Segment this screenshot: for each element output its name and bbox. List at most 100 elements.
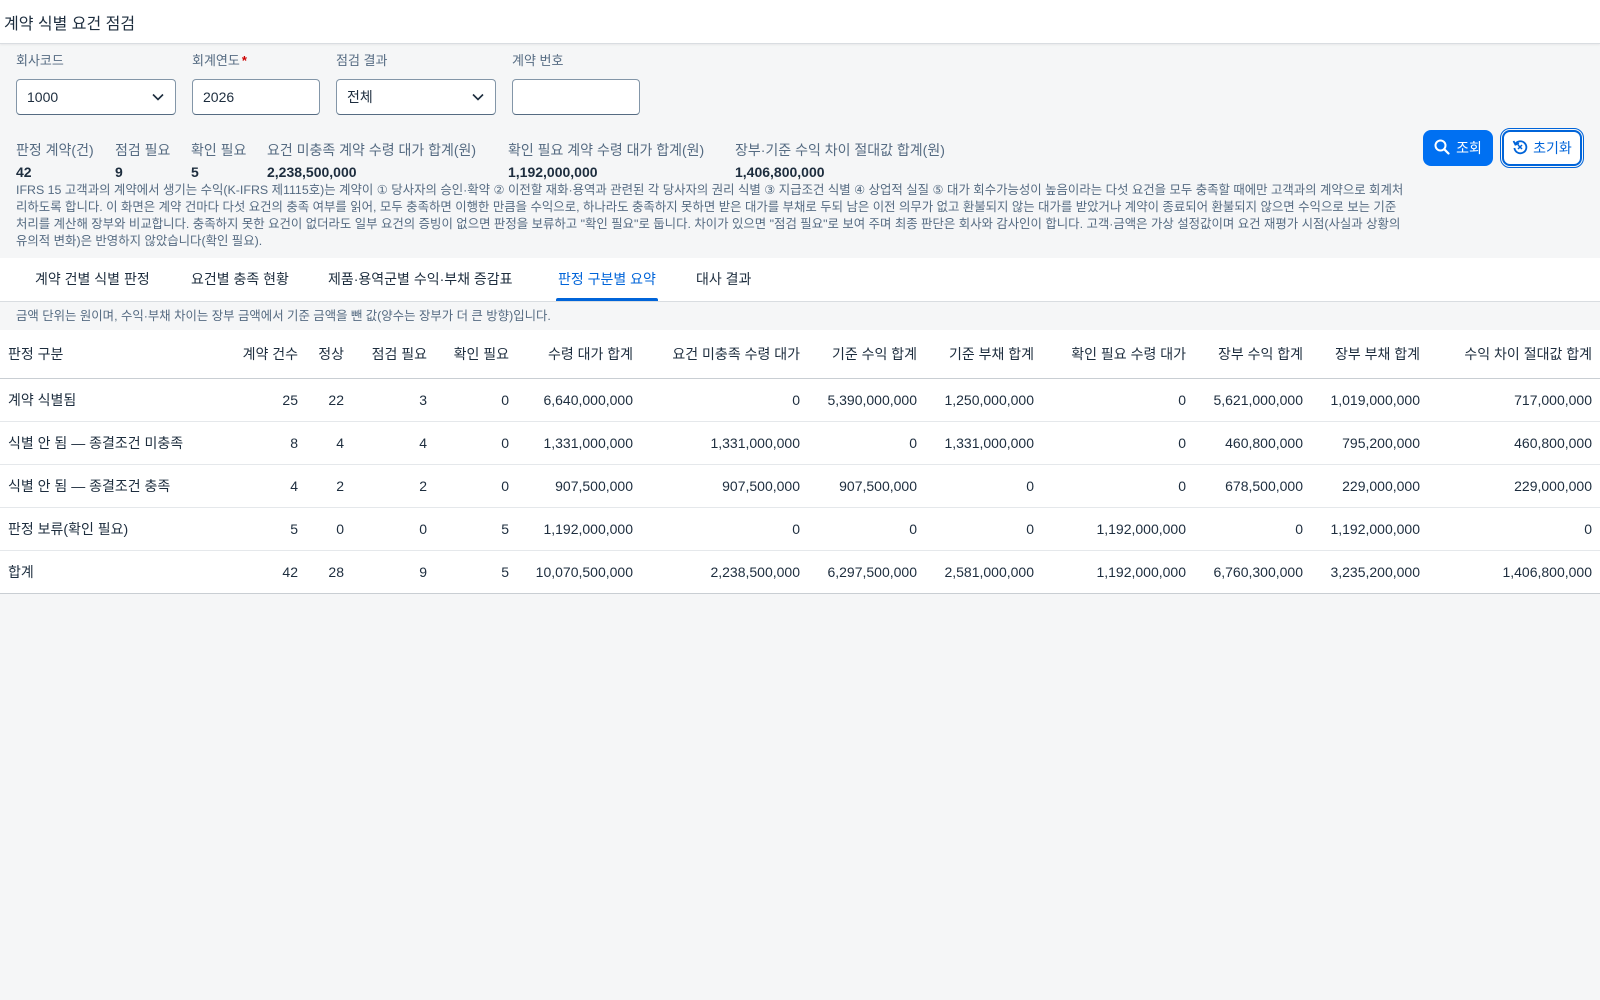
page-title: 계약 식별 요건 점검: [4, 15, 136, 33]
column-header[interactable]: 점검 필요: [352, 330, 435, 379]
table-cell: 0: [435, 464, 517, 508]
table-row[interactable]: 판정 보류(확인 필요) 5 0 0 5 1,192,000,000 0 0 0…: [0, 507, 1600, 551]
column-header[interactable]: 수령 대가 합계: [517, 330, 641, 379]
table-cell: 6,297,500,000: [808, 550, 925, 594]
kpi-value: 42: [16, 164, 32, 180]
kpi-label: 점검 필요: [115, 142, 171, 158]
column-header[interactable]: 기준 수익 합계: [808, 330, 925, 379]
table-row[interactable]: 식별 안 됨 — 종결조건 충족 4 2 2 0 907,500,000 907…: [0, 464, 1600, 508]
tab-requirement-status[interactable]: 요건별 충족 현황: [191, 258, 289, 301]
description-line: IFRS 15 고객과의 계약에서 생기는 수익(K-IFRS 제1115호)는…: [16, 183, 1404, 197]
table-row[interactable]: 계약 식별됨 25 22 3 0 6,640,000,000 0 5,390,0…: [0, 378, 1600, 422]
kpi-judged-contracts: 판정 계약(건) 42: [16, 140, 94, 182]
table-cell: 0: [808, 421, 925, 465]
chevron-down-icon: [471, 90, 485, 104]
check-result-select[interactable]: 전체: [336, 79, 496, 115]
table-total-row[interactable]: 합계 42 28 9 5 10,070,500,000 2,238,500,00…: [0, 550, 1600, 594]
kpi-label: 확인 필요: [191, 142, 247, 158]
table-cell: 0: [306, 507, 352, 551]
kpi-unmet-consideration: 요건 미충족 계약 수령 대가 합계(원) 2,238,500,000: [267, 140, 476, 182]
table-cell: 1,331,000,000: [925, 421, 1042, 465]
table-cell: 229,000,000: [1311, 464, 1428, 508]
table-cell: 5: [435, 550, 517, 594]
table-cell: 0: [641, 507, 808, 551]
company-code-field: 회사코드 1000: [16, 52, 176, 115]
tab-reconciliation[interactable]: 대사 결과: [696, 258, 751, 301]
table-cell: 1,192,000,000: [1042, 507, 1194, 551]
table-cell: 4: [230, 464, 306, 508]
column-header[interactable]: 계약 건수: [230, 330, 306, 379]
table-cell: 42: [230, 550, 306, 594]
company-code-label: 회사코드: [16, 53, 64, 68]
table-cell: 9: [352, 550, 435, 594]
kpi-confirm-consideration: 확인 필요 계약 수령 대가 합계(원) 1,192,000,000: [508, 140, 704, 182]
description-line: 리하도록 합니다. 이 화면은 계약 건마다 다섯 요건의 충족 여부를 읽어,…: [16, 200, 1397, 214]
table-cell: 0: [1042, 378, 1194, 422]
kpi-value: 1,406,800,000: [735, 164, 825, 180]
kpi-label: 장부·기준 수익 차이 절대값 합계(원): [735, 142, 945, 158]
table-cell: 8: [230, 421, 306, 465]
revenue-diff-cell: 0: [1428, 507, 1600, 551]
table-cell: 5,390,000,000: [808, 378, 925, 422]
kpi-value: 9: [115, 164, 123, 180]
table-cell: 795,200,000: [1311, 421, 1428, 465]
contract-no-label: 계약 번호: [512, 53, 564, 68]
table-cell: 907,500,000: [641, 464, 808, 508]
column-header[interactable]: 수익 차이 절대값 합계: [1428, 330, 1600, 379]
tab-contract-judgment[interactable]: 계약 건별 식별 판정: [35, 258, 150, 301]
table-cell: 2: [352, 464, 435, 508]
table-cell: 합계: [0, 550, 230, 594]
column-header[interactable]: 확인 필요 수령 대가: [1042, 330, 1194, 379]
required-mark: *: [241, 53, 247, 68]
table-cell: 28: [306, 550, 352, 594]
table-cell: 0: [641, 378, 808, 422]
table-cell: 식별 안 됨 — 종결조건 충족: [0, 464, 230, 508]
check-result-value: 전체: [347, 89, 373, 105]
table-cell: 식별 안 됨 — 종결조건 미충족: [0, 421, 230, 465]
table-cell: 6,760,300,000: [1194, 550, 1311, 594]
page-header: 계약 식별 요건 점검: [0, 0, 1600, 44]
kpi-value: 2,238,500,000: [267, 164, 357, 180]
table-cell: 0: [435, 378, 517, 422]
tab-product-change[interactable]: 제품·용역군별 수익·부채 증감표: [328, 258, 513, 301]
kpi-label: 요건 미충족 계약 수령 대가 합계(원): [267, 142, 477, 158]
column-header[interactable]: 요건 미충족 수령 대가: [641, 330, 808, 379]
table-cell: 907,500,000: [517, 464, 641, 508]
column-header[interactable]: 장부 수익 합계: [1194, 330, 1311, 379]
check-result-label: 점검 결과: [336, 53, 388, 68]
company-code-select[interactable]: 1000: [16, 79, 176, 115]
description-text: IFRS 15 고객과의 계약에서 생기는 수익(K-IFRS 제1115호)는…: [0, 182, 1600, 258]
table-cell: 0: [925, 507, 1042, 551]
table-cell: 10,070,500,000: [517, 550, 641, 594]
fiscal-year-field: 회계연도 * 2026: [192, 52, 320, 115]
tab-judgment-summary[interactable]: 판정 구분별 요약: [556, 258, 658, 301]
table-cell: 3,235,200,000: [1311, 550, 1428, 594]
table-row[interactable]: 식별 안 됨 — 종결조건 미충족 8 4 4 0 1,331,000,000 …: [0, 421, 1600, 465]
fiscal-year-input[interactable]: 2026: [192, 79, 320, 115]
table-note: 금액 단위는 원이며, 수익·부채 차이는 장부 금액에서 기준 금액을 뺀 값…: [16, 309, 551, 323]
kpi-label: 확인 필요 계약 수령 대가 합계(원): [508, 142, 705, 158]
column-header[interactable]: 장부 부채 합계: [1311, 330, 1428, 379]
table-cell: 0: [808, 507, 925, 551]
revenue-diff-cell: 1,406,800,000: [1428, 550, 1600, 594]
check-result-field: 점검 결과 전체: [336, 52, 496, 115]
description-line: 유의적 변화)은 반영하지 않았습니다(확인 필요).: [16, 234, 263, 248]
column-header[interactable]: 정상: [306, 330, 352, 379]
contract-no-textbox[interactable]: [523, 89, 629, 105]
fiscal-year-value: 2026: [203, 89, 235, 105]
table-cell: 1,192,000,000: [517, 507, 641, 551]
column-header[interactable]: 판정 구분: [0, 330, 230, 379]
kpi-strip: 판정 계약(건) 42 점검 필요 9 확인 필요 5 요건 미충족 계약 수령…: [0, 134, 1600, 182]
column-header[interactable]: 기준 부채 합계: [925, 330, 1042, 379]
table-cell: 계약 식별됨: [0, 378, 230, 422]
company-code-value: 1000: [27, 89, 59, 105]
column-header[interactable]: 확인 필요: [435, 330, 517, 379]
table-cell: 0: [1042, 464, 1194, 508]
kpi-review-needed: 점검 필요 9: [115, 140, 170, 182]
table-cell: 2,581,000,000: [925, 550, 1042, 594]
active-tab-indicator: [556, 298, 658, 301]
table-cell: 0: [1194, 507, 1311, 551]
contract-no-input[interactable]: [512, 79, 640, 115]
table-cell: 1,331,000,000: [517, 421, 641, 465]
table-cell: 460,800,000: [1194, 421, 1311, 465]
